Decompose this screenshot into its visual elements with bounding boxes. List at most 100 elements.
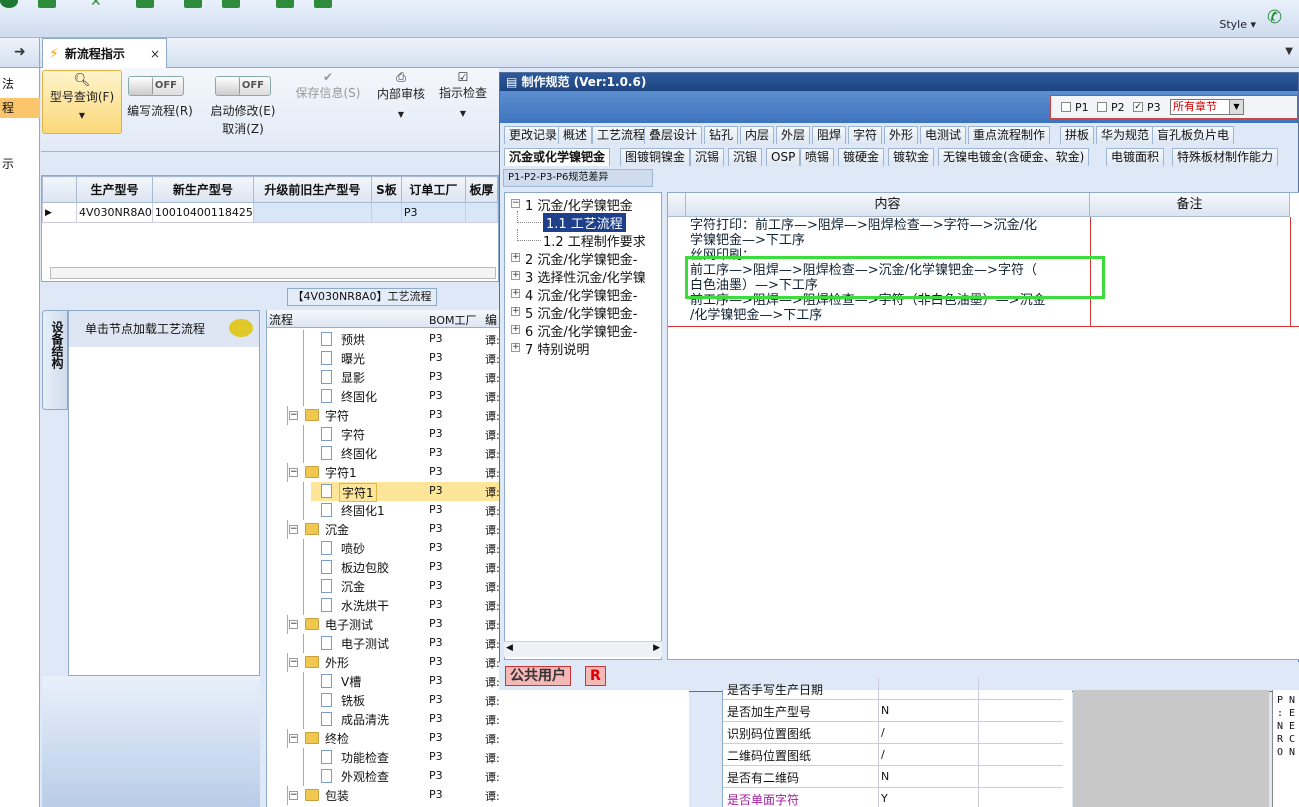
collapse-icon[interactable]: − bbox=[289, 658, 298, 667]
tree-row[interactable]: 预烘 P3 谭: bbox=[267, 330, 499, 349]
chapter-item[interactable]: 1.2 工程制作要求 bbox=[505, 229, 661, 250]
tree-row[interactable]: 终固化1 P3 谭: bbox=[267, 501, 499, 520]
collapse-icon[interactable]: − bbox=[289, 620, 298, 629]
grid-icon[interactable] bbox=[38, 0, 56, 8]
property-row[interactable]: 是否加生产型号 N bbox=[723, 700, 1063, 722]
left-nav-item[interactable]: 示 bbox=[0, 154, 40, 174]
spec-tab[interactable]: 概述 bbox=[558, 126, 593, 144]
spec-tab[interactable]: 沉银 bbox=[728, 148, 763, 166]
lock-icon[interactable] bbox=[276, 0, 294, 8]
tree-row[interactable]: 终固化 P3 谭: bbox=[267, 387, 499, 406]
expand-icon[interactable]: + bbox=[511, 289, 520, 298]
expand-icon[interactable]: + bbox=[511, 325, 520, 334]
cancel-button[interactable]: 取消(Z) bbox=[207, 120, 279, 137]
spec-tab[interactable]: OSP bbox=[766, 148, 801, 166]
spec-tab[interactable]: 喷锡 bbox=[800, 148, 835, 166]
spec-tab[interactable]: 钻孔 bbox=[704, 126, 739, 144]
save-info-button[interactable]: ✔ 保存信息(S) bbox=[292, 70, 364, 101]
phone-icon[interactable]: ✆ bbox=[1267, 8, 1289, 28]
spec-tab[interactable]: 重点流程制作 bbox=[968, 126, 1051, 144]
property-row[interactable]: 是否有二维码 N bbox=[723, 766, 1063, 788]
spec-tab[interactable]: 外形 bbox=[884, 126, 919, 144]
r-badge[interactable]: R bbox=[585, 666, 606, 686]
tree-row[interactable]: − 沉金 P3 谭: bbox=[267, 520, 499, 539]
chapter-item[interactable]: +6 沉金/化学镍钯金- bbox=[505, 321, 661, 340]
tree-row[interactable]: − 字符1 P3 谭: bbox=[267, 463, 499, 482]
chart-icon[interactable] bbox=[222, 0, 240, 8]
collapse-icon[interactable]: − bbox=[289, 411, 298, 420]
spec-tab[interactable]: 工艺流程 bbox=[592, 126, 651, 144]
spec-tab[interactable]: 图镀铜镍金 bbox=[620, 148, 691, 166]
expand-icon[interactable]: + bbox=[511, 343, 520, 352]
collapse-icon[interactable]: − bbox=[289, 791, 298, 800]
user-icon[interactable] bbox=[0, 0, 18, 8]
left-nav-item-active[interactable]: 程 bbox=[0, 98, 40, 118]
tree-row[interactable]: − 外形 P3 谭: bbox=[267, 653, 499, 672]
col-header-edit[interactable]: 编 bbox=[485, 311, 497, 328]
tree-row[interactable]: 曝光 P3 谭: bbox=[267, 349, 499, 368]
chapter-item[interactable]: +3 选择性沉金/化学镍 bbox=[505, 267, 661, 286]
col-header[interactable]: 生产型号 bbox=[76, 176, 153, 203]
content-header[interactable]: 内容 bbox=[686, 193, 1090, 217]
spec-tab[interactable]: 更改记录 bbox=[504, 126, 563, 144]
tree-row[interactable]: 成品清洗P3谭:谭:已审核 bbox=[267, 710, 499, 729]
model-query-button[interactable]: 🔍︎ 型号查询(F) ▼ bbox=[42, 70, 122, 134]
col-header[interactable]: 订单工厂 bbox=[400, 176, 466, 203]
spec-tab[interactable]: 沉锡 bbox=[690, 148, 725, 166]
tree-row[interactable]: 字符 P3 谭: bbox=[267, 425, 499, 444]
table-cell[interactable] bbox=[252, 202, 372, 223]
tree-row[interactable]: 显影 P3 谭: bbox=[267, 368, 499, 387]
spec-tab[interactable]: 阻焊 bbox=[812, 126, 847, 144]
document-icon[interactable] bbox=[314, 0, 332, 8]
tree-row[interactable]: −包装P3谭:谭:已审核 bbox=[267, 786, 499, 805]
col-header-flow[interactable]: 流程 bbox=[269, 311, 293, 328]
tree-row[interactable]: 电子测试 P3 谭: bbox=[267, 634, 499, 653]
col-header[interactable]: 升级前旧生产型号 bbox=[252, 176, 372, 203]
save-icon[interactable] bbox=[136, 0, 154, 8]
tree-row[interactable]: 喷砂 P3 谭: bbox=[267, 539, 499, 558]
table-row[interactable]: ▶ 4V030NR8A0 10010400118425 P3 bbox=[42, 202, 499, 223]
internal-review-button[interactable]: ⎙ 内部审核 ▼ bbox=[370, 70, 432, 119]
instruction-check-button[interactable]: ☑ 指示检查 ▼ bbox=[434, 70, 492, 118]
property-row[interactable]: 是否单面字符 Y bbox=[723, 788, 1063, 807]
tab-equipment-structure[interactable]: 设备结构 bbox=[42, 310, 68, 410]
tree-row[interactable]: 水洗烘干 P3 谭: bbox=[267, 596, 499, 615]
tree-row[interactable]: 终固化 P3 谭: bbox=[267, 444, 499, 463]
chapter-tree-scrollbar[interactable]: ◀ ▶ bbox=[504, 641, 662, 657]
collapse-icon[interactable]: − bbox=[289, 468, 298, 477]
collapse-icon[interactable]: − bbox=[289, 734, 298, 743]
tree-row[interactable]: 字符1 P3 谭: bbox=[267, 482, 499, 502]
col-header[interactable]: 板厚 bbox=[464, 176, 499, 203]
table-cell[interactable]: 4V030NR8A0 bbox=[76, 202, 153, 223]
expand-icon[interactable]: + bbox=[511, 253, 520, 262]
collapse-panel-button[interactable]: ➜ bbox=[0, 38, 40, 68]
tree-row[interactable]: − 电子测试 P3 谭: bbox=[267, 615, 499, 634]
property-row[interactable]: 识别码位置图纸 / bbox=[723, 722, 1063, 744]
spec-tab[interactable]: 华为规范 bbox=[1096, 126, 1155, 144]
tree-row[interactable]: 板边包胶 P3 谭: bbox=[267, 558, 499, 577]
horizontal-scrollbar[interactable] bbox=[50, 267, 496, 279]
col-header[interactable]: 新生产型号 bbox=[151, 176, 254, 203]
chapter-item[interactable]: +5 沉金/化学镍钯金- bbox=[505, 303, 661, 322]
col-header-bom[interactable]: BOM工厂 bbox=[429, 312, 477, 328]
tab-menu-icon[interactable]: ▼ bbox=[1285, 46, 1293, 57]
spec-tab[interactable]: 沉金或化学镍钯金 bbox=[504, 148, 611, 166]
scroll-left-icon[interactable]: ◀ bbox=[506, 643, 513, 653]
tree-row[interactable]: V槽 P3 谭: bbox=[267, 672, 499, 691]
tools-icon[interactable]: ✕ bbox=[90, 0, 108, 10]
expand-icon[interactable]: + bbox=[511, 307, 520, 316]
chapter-item[interactable]: +4 沉金/化学镍钯金- bbox=[505, 285, 661, 304]
expand-icon[interactable]: − bbox=[511, 199, 520, 208]
p2-checkbox[interactable] bbox=[1097, 102, 1107, 112]
tree-row[interactable]: 功能检查P3谭:谭:已审核 bbox=[267, 748, 499, 767]
write-flow-toggle[interactable]: OFF bbox=[128, 76, 184, 96]
spec-tab[interactable]: 无镍电镀金(含硬金、软金) bbox=[938, 148, 1090, 166]
spec-tab[interactable]: 字符 bbox=[848, 126, 883, 144]
chapter-select[interactable]: 所有章节 ▼ bbox=[1170, 99, 1244, 115]
remark-header[interactable]: 备注 bbox=[1090, 193, 1290, 217]
spec-tab[interactable]: 镀硬金 bbox=[838, 148, 885, 166]
copy-icon[interactable] bbox=[184, 0, 202, 8]
tree-row[interactable]: −终检P3谭:谭:已审核 bbox=[267, 729, 499, 748]
start-modify-button[interactable]: 启动修改(E) bbox=[207, 102, 279, 119]
table-cell[interactable] bbox=[464, 202, 499, 223]
